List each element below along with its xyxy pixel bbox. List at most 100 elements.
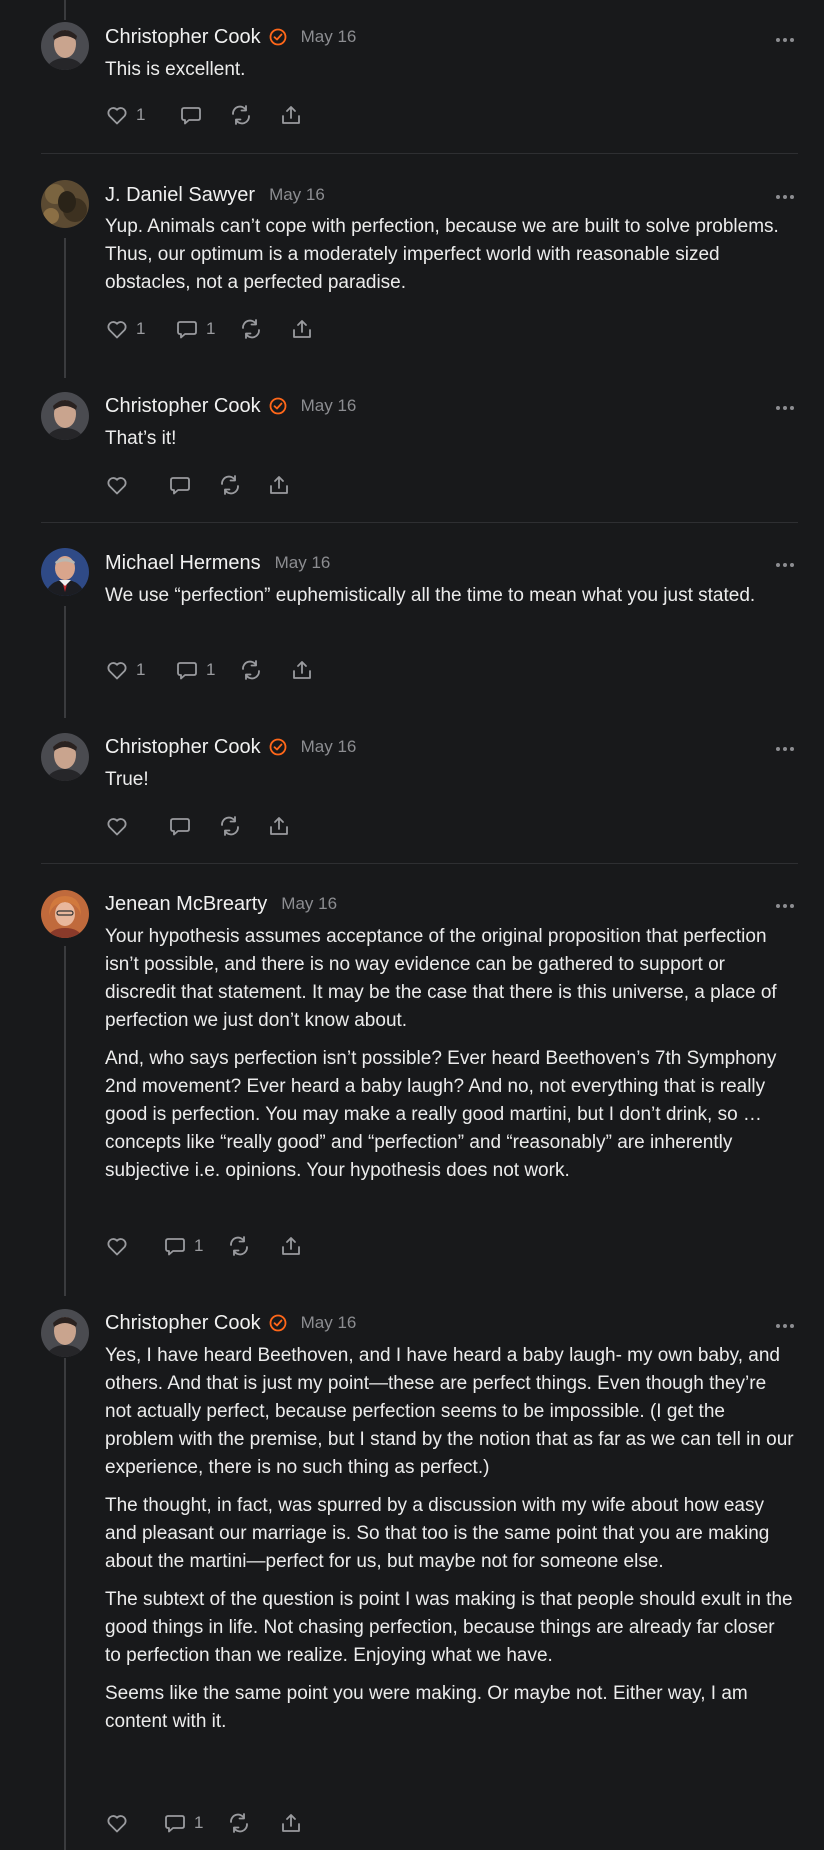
like-button[interactable]: 1 [105, 655, 145, 685]
comment-date[interactable]: May 16 [301, 27, 357, 47]
share-button[interactable] [267, 811, 291, 841]
reply-button[interactable]: 1 [163, 1808, 203, 1838]
reply-count: 1 [194, 1236, 204, 1255]
like-count: 1 [136, 105, 146, 124]
like-button[interactable] [105, 811, 129, 841]
comment-body: That’s it! [105, 425, 795, 463]
comment-date[interactable]: May 16 [301, 737, 357, 757]
comment-paragraph: Yup. Animals can’t cope with perfection,… [105, 216, 779, 293]
share-button[interactable] [279, 1808, 303, 1838]
thread-line [64, 0, 66, 20]
heart-icon [107, 1238, 127, 1256]
like-button[interactable] [105, 1808, 129, 1838]
verified-icon [269, 738, 287, 756]
reply-button[interactable]: 1 [175, 314, 215, 344]
reply-button[interactable]: 1 [175, 655, 215, 685]
restack-button[interactable] [227, 1808, 251, 1838]
like-button[interactable]: 1 [105, 100, 145, 130]
share-button[interactable] [267, 470, 291, 500]
comment-paragraph: True! [105, 769, 149, 790]
restack-icon [221, 475, 239, 495]
comment-icon [170, 477, 190, 495]
divider [41, 522, 798, 523]
restack-icon [230, 1813, 248, 1833]
verified-icon [269, 397, 287, 415]
share-icon [282, 1814, 300, 1832]
restack-button[interactable] [239, 655, 263, 685]
like-button[interactable] [105, 1231, 129, 1261]
restack-button[interactable] [218, 470, 242, 500]
comment-icon [181, 107, 201, 125]
avatar[interactable] [41, 548, 89, 596]
more-icon[interactable] [774, 1318, 796, 1328]
comment-paragraph: Seems like the same point you were makin… [105, 1683, 748, 1732]
more-icon[interactable] [774, 32, 796, 42]
share-button[interactable] [290, 655, 314, 685]
comment-body: Your hypothesis assumes acceptance of th… [105, 923, 795, 1195]
comment-paragraph: This is excellent. [105, 59, 246, 80]
more-icon[interactable] [774, 557, 796, 567]
comment-date[interactable]: May 16 [269, 185, 325, 205]
verified-icon [269, 1314, 287, 1332]
avatar[interactable] [41, 22, 89, 70]
comment-paragraph: Yes, I have heard Beethoven, and I have … [105, 1345, 794, 1478]
comment-icon [165, 1815, 185, 1833]
avatar[interactable] [41, 392, 89, 440]
comment-date[interactable]: May 16 [301, 1313, 357, 1333]
share-icon [282, 1237, 300, 1255]
commenter-name[interactable]: Christopher Cook [105, 736, 261, 759]
heart-icon [107, 477, 127, 495]
reply-count: 1 [206, 660, 216, 679]
comment-icon [170, 818, 190, 836]
share-button[interactable] [279, 100, 303, 130]
comment-paragraph: The subtext of the question is point I w… [105, 1589, 793, 1666]
comment-icon [177, 321, 197, 339]
avatar[interactable] [41, 1309, 89, 1357]
verified-icon [269, 28, 287, 46]
heart-icon [107, 818, 127, 836]
comment-body: Yes, I have heard Beethoven, and I have … [105, 1342, 795, 1746]
reply-button[interactable] [179, 100, 203, 130]
reply-button[interactable] [168, 470, 192, 500]
avatar[interactable] [41, 733, 89, 781]
restack-button[interactable] [218, 811, 242, 841]
comment-body: We use “perfection” euphemistically all … [105, 582, 795, 620]
restack-icon [230, 1236, 248, 1256]
reply-button[interactable]: 1 [163, 1231, 203, 1261]
comment-body: This is excellent. [105, 56, 795, 94]
commenter-name[interactable]: Christopher Cook [105, 395, 261, 418]
comment-date[interactable]: May 16 [281, 894, 337, 914]
comment-paragraph: Your hypothesis assumes acceptance of th… [105, 926, 777, 1031]
restack-button[interactable] [239, 314, 263, 344]
comment-feed: Christopher Cook May 16 This is excellen… [0, 0, 824, 1850]
more-icon[interactable] [774, 400, 796, 410]
heart-icon [107, 1815, 127, 1833]
restack-button[interactable] [229, 100, 253, 130]
heart-icon [107, 107, 127, 125]
restack-icon [221, 816, 239, 836]
like-button[interactable] [105, 470, 129, 500]
more-icon[interactable] [774, 898, 796, 908]
share-icon [270, 817, 288, 835]
commenter-name[interactable]: Christopher Cook [105, 26, 261, 49]
share-button[interactable] [290, 314, 314, 344]
commenter-name[interactable]: Christopher Cook [105, 1312, 261, 1335]
restack-button[interactable] [227, 1231, 251, 1261]
more-icon[interactable] [774, 189, 796, 199]
comment-paragraph: We use “perfection” euphemistically all … [105, 585, 756, 606]
commenter-name[interactable]: Jenean McBrearty [105, 893, 267, 916]
commenter-name[interactable]: Michael Hermens [105, 552, 261, 575]
like-button[interactable]: 1 [105, 314, 145, 344]
like-count: 1 [136, 319, 146, 338]
avatar[interactable] [41, 890, 89, 938]
heart-icon [107, 321, 127, 339]
more-icon[interactable] [774, 741, 796, 751]
thread-line [64, 946, 66, 1296]
share-button[interactable] [279, 1231, 303, 1261]
comment-date[interactable]: May 16 [301, 396, 357, 416]
commenter-name[interactable]: J. Daniel Sawyer [105, 184, 255, 207]
comment-date[interactable]: May 16 [275, 553, 331, 573]
reply-count: 1 [194, 1813, 204, 1832]
avatar[interactable] [41, 180, 89, 228]
reply-button[interactable] [168, 811, 192, 841]
